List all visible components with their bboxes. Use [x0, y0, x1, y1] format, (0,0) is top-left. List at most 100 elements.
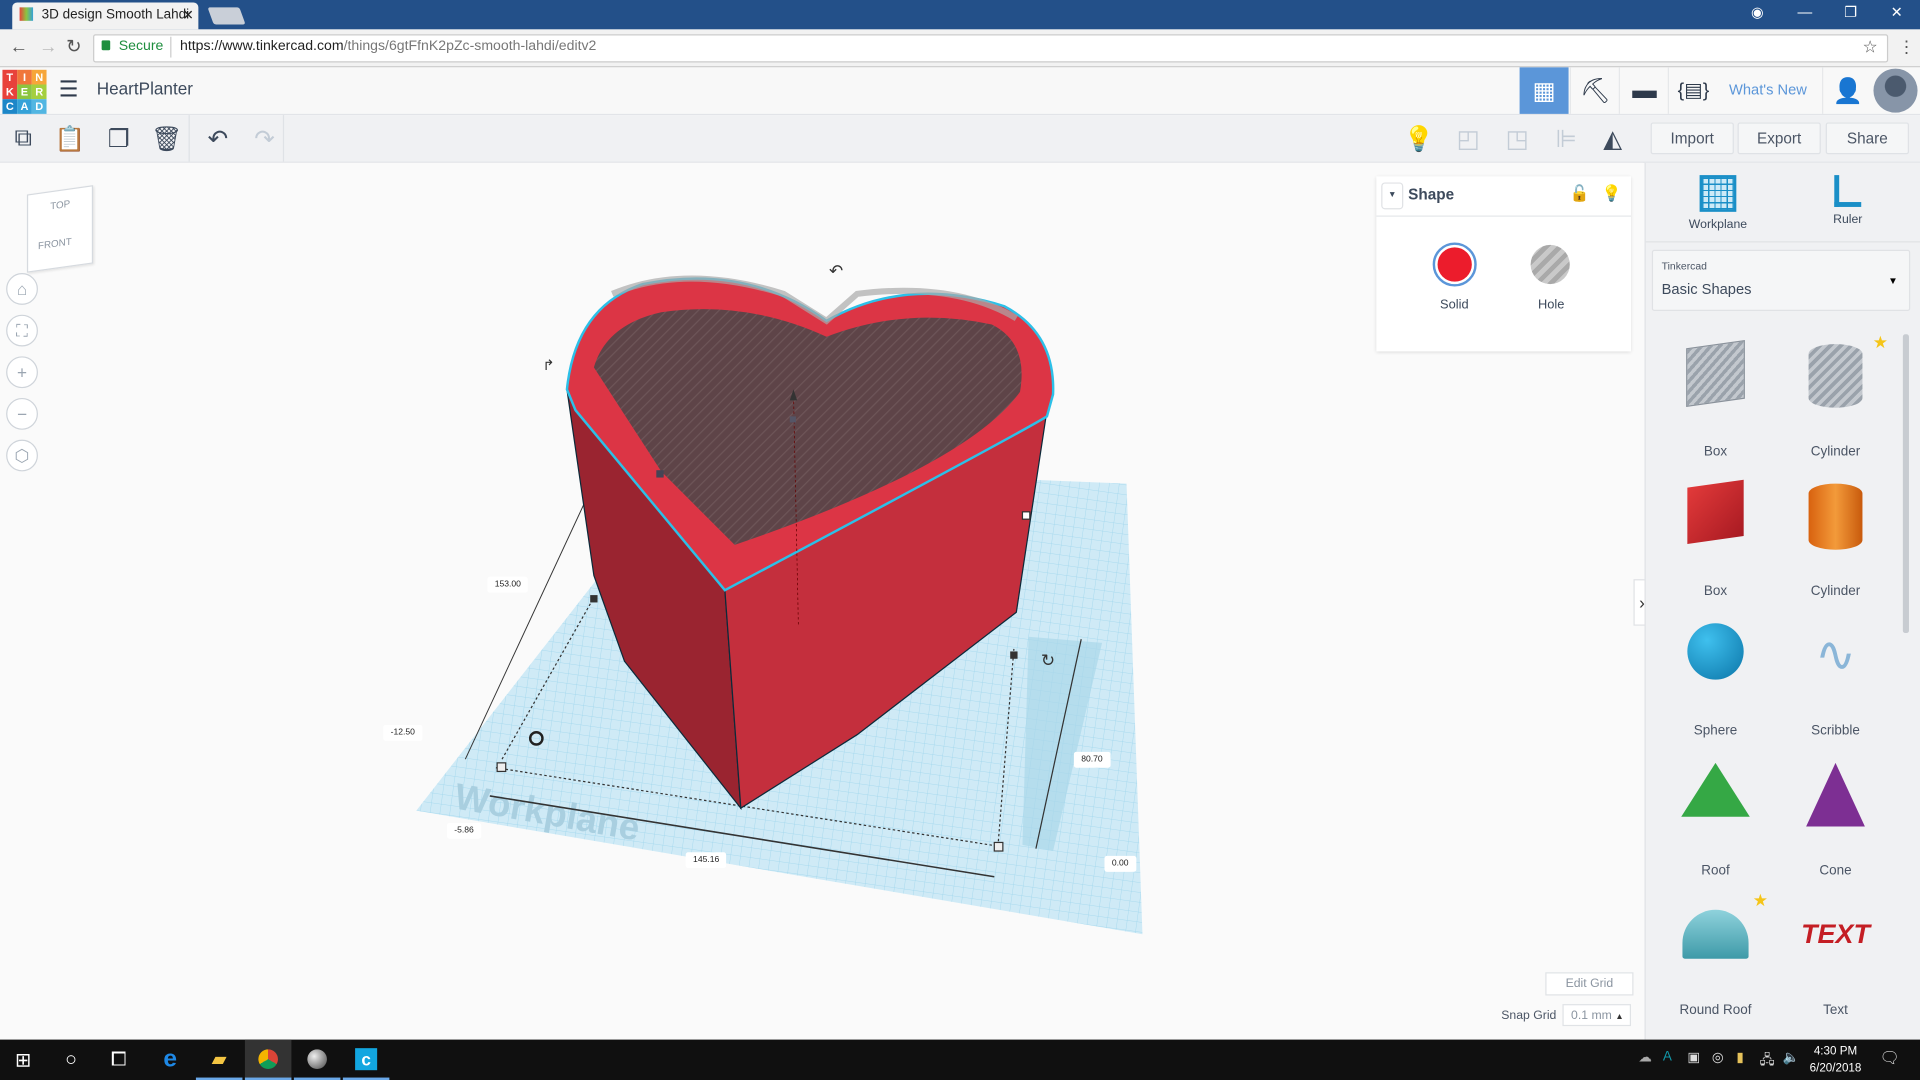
- import-button[interactable]: Import: [1650, 122, 1734, 155]
- cortana-button[interactable]: ○: [48, 1040, 95, 1080]
- shape-label: Cylinder: [1810, 444, 1861, 460]
- clock[interactable]: 4:30 PM 6/20/2018: [1805, 1043, 1866, 1077]
- blocks-button[interactable]: ▬: [1618, 67, 1669, 114]
- design-list-icon[interactable]: ☰: [59, 77, 79, 103]
- browser-tab[interactable]: 3D design Smooth Lahdi ✕: [12, 2, 199, 30]
- volume-icon[interactable]: 🔈: [1783, 1049, 1800, 1066]
- profile-icon[interactable]: ◉: [1751, 4, 1764, 21]
- start-button[interactable]: ⊞: [0, 1040, 47, 1080]
- dimension-y-offset-label[interactable]: -5.86: [446, 822, 482, 839]
- reload-icon[interactable]: ↻: [66, 36, 81, 58]
- action-center-icon[interactable]: 🗨: [1880, 1048, 1900, 1068]
- shape-item-box-hole[interactable]: Box: [1656, 332, 1776, 472]
- dimension-height-label[interactable]: 80.70: [1073, 751, 1111, 768]
- invite-user-button[interactable]: 👤: [1822, 67, 1872, 114]
- lightbulb-icon[interactable]: 💡: [1602, 184, 1622, 204]
- show-all-button[interactable]: 💡: [1401, 120, 1438, 157]
- app-taskbar-button[interactable]: [293, 1040, 341, 1080]
- shape-library-select[interactable]: Tinkercad Basic Shapes ▼: [1651, 249, 1911, 312]
- bookmark-star-icon[interactable]: ☆: [1862, 37, 1877, 58]
- project-title[interactable]: HeartPlanter: [97, 78, 193, 98]
- dimension-length-label[interactable]: 153.00: [487, 576, 529, 593]
- hole-button[interactable]: [1530, 244, 1570, 285]
- back-icon[interactable]: ←: [10, 37, 28, 58]
- shapes-sidebar: Workplane Ruler Tinkercad Basic Shapes ▼…: [1644, 162, 1920, 1040]
- paste-button[interactable]: 📋: [51, 120, 88, 157]
- minimize-icon[interactable]: —: [1798, 4, 1813, 21]
- autodesk-icon[interactable]: A: [1663, 1049, 1672, 1064]
- chrome-taskbar-button[interactable]: [244, 1039, 292, 1080]
- duplicate-button[interactable]: ❐: [100, 120, 137, 157]
- network-icon[interactable]: 🖧: [1760, 1049, 1775, 1072]
- forward-icon[interactable]: →: [39, 37, 57, 58]
- edit-grid-button[interactable]: Edit Grid: [1545, 972, 1634, 996]
- center-handle[interactable]: [789, 416, 796, 423]
- snap-grid-select[interactable]: 0.1 mm ▲: [1562, 1004, 1632, 1027]
- codeblocks-button[interactable]: {▤}: [1667, 67, 1718, 114]
- resize-handle[interactable]: [1021, 511, 1031, 520]
- shape-item-cylinder[interactable]: Cylinder: [1776, 471, 1896, 611]
- export-button[interactable]: Export: [1737, 122, 1821, 155]
- shape-item-box[interactable]: Box: [1656, 471, 1776, 611]
- build-button[interactable]: ⛏: [1569, 67, 1620, 114]
- library-source: Tinkercad: [1661, 259, 1707, 272]
- onedrive-icon[interactable]: ☁: [1638, 1049, 1651, 1066]
- mirror-button[interactable]: ◭: [1594, 120, 1631, 157]
- rotate-arrow-icon[interactable]: ↻: [1041, 650, 1055, 670]
- tray-app-icon[interactable]: ▣: [1687, 1049, 1700, 1066]
- url-input[interactable]: Secure https://www.tinkercad.com/things/…: [93, 34, 1889, 63]
- ruler-tool[interactable]: Ruler: [1811, 175, 1884, 229]
- resize-handle[interactable]: [1010, 651, 1018, 659]
- undo-button[interactable]: ↶: [200, 120, 237, 157]
- align-button[interactable]: ⊫: [1548, 120, 1585, 157]
- shape-item-text[interactable]: TEXT Text: [1776, 890, 1896, 1030]
- edge-taskbar-button[interactable]: e: [147, 1040, 194, 1080]
- tray-security-icon[interactable]: ▮: [1736, 1049, 1743, 1066]
- resize-handle[interactable]: [993, 841, 1004, 852]
- address-bar-row: ← → ↻ Secure https://www.tinkercad.com/t…: [0, 29, 1920, 68]
- sidebar-scrollbar[interactable]: [1902, 334, 1909, 634]
- shape-item-roof[interactable]: Roof: [1656, 751, 1776, 891]
- shape-item-round-roof[interactable]: ★ Round Roof: [1656, 890, 1776, 1030]
- rotate-arrow-icon[interactable]: ↶: [829, 261, 843, 281]
- delete-button[interactable]: 🗑: [148, 120, 185, 157]
- whats-new-link[interactable]: What's New: [1729, 81, 1807, 98]
- tab-close-icon[interactable]: ✕: [182, 7, 193, 24]
- resize-handle[interactable]: [590, 595, 598, 603]
- group-icon: ◰: [1456, 125, 1480, 153]
- 3d-view-button[interactable]: ▦: [1519, 67, 1569, 114]
- workplane-tool[interactable]: Workplane: [1681, 175, 1754, 234]
- tray-satellite-icon[interactable]: ◎: [1712, 1049, 1724, 1066]
- cura-taskbar-button[interactable]: c: [342, 1040, 390, 1080]
- dimension-x-offset-label[interactable]: -12.50: [383, 724, 423, 741]
- lightbulb-icon: 💡: [1403, 125, 1435, 153]
- dimension-elevation-label[interactable]: 0.00: [1104, 855, 1136, 872]
- ungroup-button[interactable]: ◳: [1499, 120, 1536, 157]
- dimension-width-label[interactable]: 145.16: [685, 852, 727, 869]
- browser-menu-icon[interactable]: ⋮: [1898, 37, 1915, 58]
- clock-date: 6/20/2018: [1809, 1061, 1862, 1076]
- redo-button[interactable]: ↷: [246, 120, 283, 157]
- resize-handle[interactable]: [656, 470, 664, 478]
- rotate-arrow-icon[interactable]: ↱: [542, 358, 554, 374]
- tinkercad-logo[interactable]: TINKERCAD: [2, 69, 47, 114]
- copy-button[interactable]: ⧉: [5, 120, 42, 157]
- shape-item-scribble[interactable]: ∿ Scribble: [1776, 611, 1896, 751]
- undo-icon: ↶: [207, 125, 229, 153]
- resize-handle[interactable]: [496, 762, 507, 773]
- collapse-panel-button[interactable]: ▼: [1381, 182, 1404, 210]
- shape-item-sphere[interactable]: Sphere: [1656, 611, 1776, 751]
- avatar[interactable]: [1873, 68, 1918, 113]
- solid-color-button[interactable]: [1432, 242, 1477, 287]
- new-tab-button[interactable]: [207, 7, 246, 25]
- unlock-icon[interactable]: 🔓: [1570, 184, 1590, 204]
- group-button[interactable]: ◰: [1450, 120, 1487, 157]
- shape-item-cone[interactable]: Cone: [1776, 751, 1896, 891]
- restore-icon[interactable]: ❐: [1844, 4, 1857, 21]
- task-view-icon: ⧠: [110, 1048, 127, 1070]
- task-view-button[interactable]: ⧠: [96, 1040, 143, 1080]
- shape-item-cylinder-hole[interactable]: ★ Cylinder: [1776, 332, 1896, 472]
- window-close-icon[interactable]: ✕: [1891, 4, 1903, 21]
- explorer-taskbar-button[interactable]: ▰: [195, 1040, 243, 1080]
- share-button[interactable]: Share: [1825, 122, 1909, 155]
